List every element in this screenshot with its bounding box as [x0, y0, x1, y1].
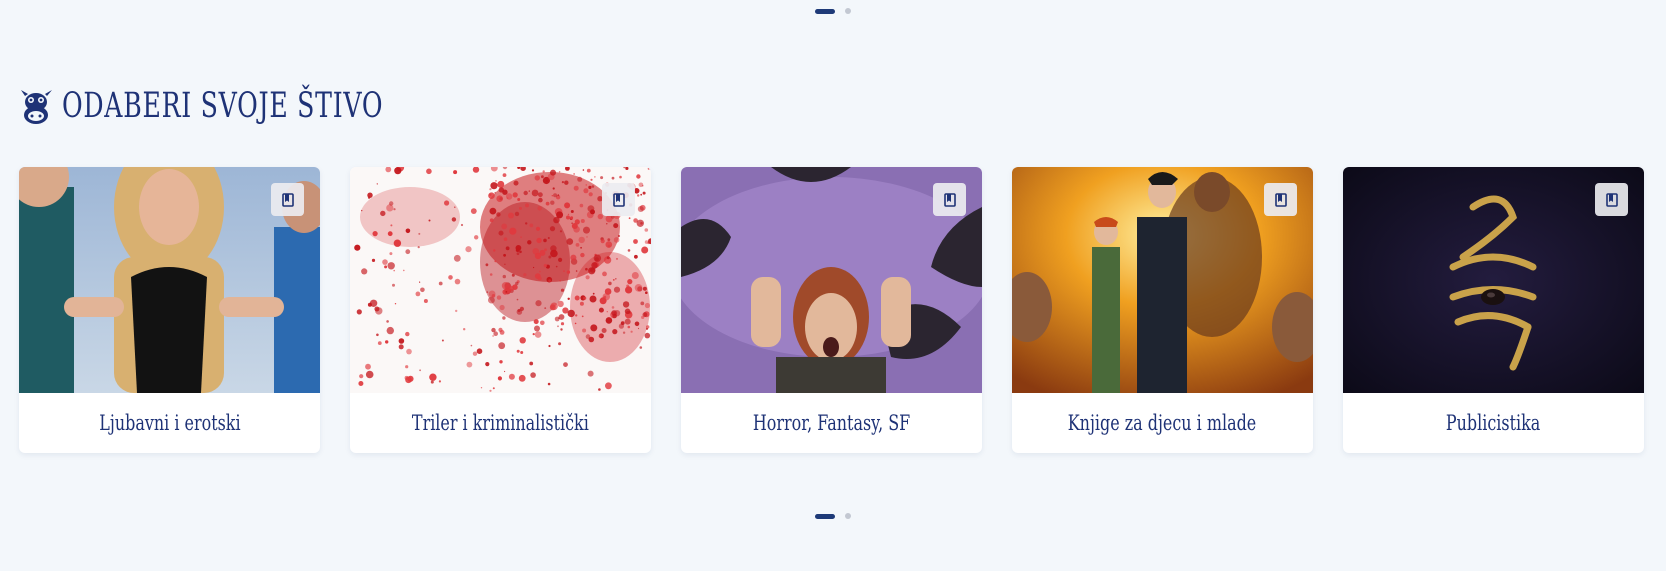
category-label: Triler i kriminalistički [412, 411, 589, 435]
book-icon[interactable] [1595, 183, 1628, 216]
section-heading: ODABERI SVOJE ŠTIVO [19, 86, 508, 126]
category-label: Horror, Fantasy, SF [752, 411, 911, 435]
book-icon[interactable] [1264, 183, 1297, 216]
category-label: Ljubavni i erotski [98, 411, 241, 435]
category-label: Publicistika [1446, 411, 1541, 435]
pagination-dot-1[interactable] [815, 513, 835, 519]
category-card-thriller[interactable]: Triler i kriminalistički [350, 167, 651, 453]
book-icon[interactable] [271, 183, 304, 216]
section-title: ODABERI SVOJE ŠTIVO [62, 86, 384, 126]
book-icon[interactable] [933, 183, 966, 216]
category-image-romance [19, 167, 320, 393]
pagination-dot-2[interactable] [845, 8, 851, 14]
book-icon[interactable] [602, 183, 635, 216]
category-image-kids [1012, 167, 1313, 393]
category-label: Knjige za djecu i mlade [1068, 411, 1257, 435]
category-card-horror[interactable]: Horror, Fantasy, SF [681, 167, 982, 453]
category-card-nonfiction[interactable]: Publicistika [1343, 167, 1644, 453]
category-card-romance[interactable]: Ljubavni i erotski [19, 167, 320, 453]
carousel-pagination-bottom [0, 513, 1666, 519]
category-image-horror [681, 167, 982, 393]
pagination-dot-1[interactable] [815, 8, 835, 14]
carousel-pagination-top [0, 8, 1666, 14]
cow-icon [21, 90, 52, 124]
category-card-kids[interactable]: Knjige za djecu i mlade [1012, 167, 1313, 453]
category-image-thriller [350, 167, 651, 393]
pagination-dot-2[interactable] [845, 513, 851, 519]
category-image-nonfiction [1343, 167, 1644, 393]
category-cards: Ljubavni i erotski Triler i kriminalisti… [19, 167, 1644, 453]
